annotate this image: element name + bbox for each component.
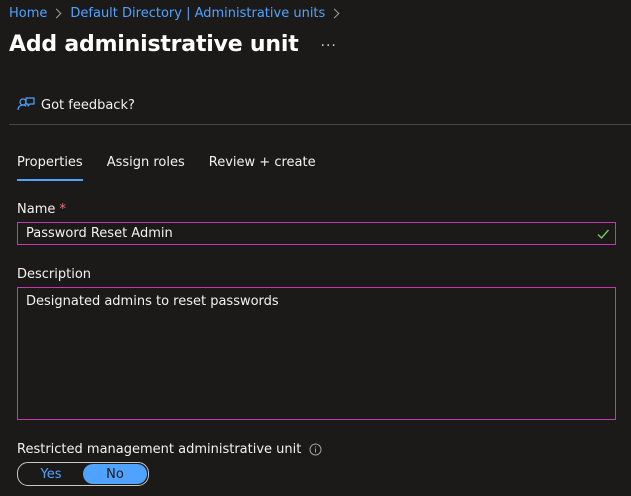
- more-options-button[interactable]: ···: [321, 38, 337, 54]
- wizard-tabs: Properties Assign roles Review + create: [17, 155, 340, 181]
- description-field[interactable]: Designated admins to reset passwords: [17, 287, 616, 420]
- tab-assign-roles[interactable]: Assign roles: [107, 155, 185, 181]
- description-label: Description: [17, 267, 92, 282]
- tab-properties[interactable]: Properties: [17, 155, 83, 181]
- info-icon[interactable]: [309, 443, 322, 456]
- description-field-value: Designated admins to reset passwords: [26, 294, 279, 309]
- chevron-right-icon: [329, 8, 340, 19]
- name-label-text: Name: [17, 202, 56, 217]
- feedback-icon: [17, 97, 35, 111]
- restricted-management-toggle[interactable]: Yes No: [17, 462, 149, 486]
- breadcrumb-home-link[interactable]: Home: [9, 6, 47, 21]
- breadcrumb: Home Default Directory | Administrative …: [9, 6, 348, 21]
- toggle-option-no[interactable]: No: [83, 464, 147, 484]
- header-divider: [9, 124, 631, 125]
- title-row: Add administrative unit ···: [9, 32, 337, 57]
- chevron-right-icon: [51, 8, 62, 19]
- page: Home Default Directory | Administrative …: [0, 0, 631, 496]
- tab-review-create[interactable]: Review + create: [209, 155, 316, 181]
- breadcrumb-admin-units-link[interactable]: Default Directory | Administrative units: [70, 6, 325, 21]
- toggle-option-yes[interactable]: Yes: [19, 464, 83, 484]
- required-mark: *: [59, 202, 67, 217]
- feedback-label: Got feedback?: [41, 97, 135, 113]
- feedback-link[interactable]: Got feedback?: [17, 96, 135, 114]
- restricted-management-label: Restricted management administrative uni…: [17, 442, 302, 457]
- name-field[interactable]: Password Reset Admin: [17, 222, 616, 245]
- name-label: Name *: [17, 202, 66, 217]
- name-field-value: Password Reset Admin: [26, 226, 173, 241]
- page-title: Add administrative unit: [9, 32, 299, 57]
- checkmark-icon: [597, 229, 610, 240]
- restricted-management-row: Restricted management administrative uni…: [17, 442, 322, 457]
